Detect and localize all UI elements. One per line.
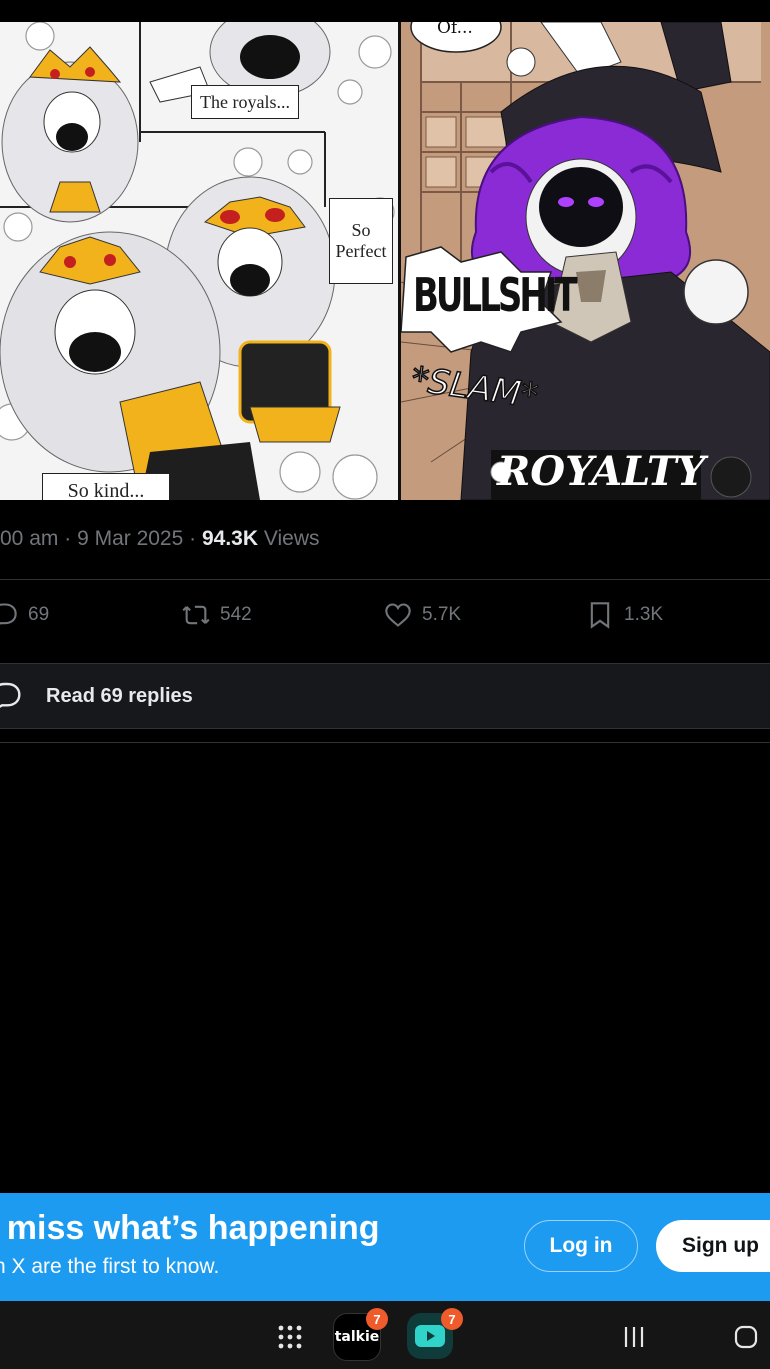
like-button[interactable]: 5.7K	[384, 596, 461, 634]
youtube-notification-badge: 7	[441, 1308, 463, 1330]
app-drawer-button[interactable]	[277, 1324, 303, 1350]
reply-count: 69	[28, 604, 50, 625]
meta-separator-1: ·	[64, 527, 72, 550]
divider-bottom	[0, 742, 770, 743]
comic-panel-left[interactable]: The royals... So Perfect So kind...	[0, 22, 398, 500]
recents-icon	[624, 1327, 644, 1347]
bookmark-count: 1.3K	[624, 604, 664, 625]
signup-button[interactable]: Sign up	[656, 1220, 770, 1272]
like-count: 5.7K	[422, 604, 462, 625]
tweet-media[interactable]: The royals... So Perfect So kind... Of..…	[0, 22, 770, 500]
signup-banner: t miss what’s happening n X are the firs…	[0, 1193, 770, 1301]
divider-top	[0, 579, 770, 580]
banner-title: t miss what’s happening	[0, 1209, 380, 1247]
home-button[interactable]	[734, 1325, 758, 1349]
system-nav-bar: talkie 7 7	[0, 1301, 770, 1369]
shout-text: BULLSHIT	[413, 269, 578, 323]
royalty-title: ROYALTY	[497, 448, 706, 495]
caption-so-kind: So kind...	[42, 473, 170, 500]
login-button[interactable]: Log in	[524, 1220, 638, 1272]
tweet-meta: 00 am · 9 Mar 2025 · 94.3K Views	[0, 527, 320, 551]
bookmark-icon	[590, 602, 610, 629]
read-replies-button[interactable]: Read 69 replies	[0, 663, 770, 729]
repost-button[interactable]: 542	[182, 596, 252, 634]
tweet-time[interactable]: 00 am	[0, 527, 58, 550]
banner-subtitle: n X are the first to know.	[0, 1255, 220, 1278]
reply-icon	[0, 603, 17, 625]
panel-gutter	[398, 22, 401, 500]
heart-icon	[385, 603, 411, 627]
read-replies-label: Read 69 replies	[46, 684, 193, 707]
views-count: 94.3K	[201, 527, 259, 550]
views-label: Views	[263, 527, 320, 550]
recent-apps-button[interactable]	[622, 1325, 646, 1349]
reply-button[interactable]: 69	[0, 596, 49, 634]
grid-dots-icon	[278, 1325, 302, 1349]
caption-the-royals: The royals...	[191, 85, 299, 119]
talkie-label: talkie	[334, 1329, 380, 1345]
reply-bubble-icon	[0, 682, 21, 708]
talkie-notification-badge: 7	[366, 1308, 388, 1330]
youtube-play-icon	[415, 1325, 445, 1347]
comic-panel-right[interactable]: Of... BULLSHIT *SLAM* ROYALTY	[401, 22, 770, 500]
repost-count: 542	[220, 604, 252, 625]
bookmark-button[interactable]: 1.3K	[586, 596, 663, 634]
tweet-date[interactable]: 9 Mar 2025	[77, 527, 183, 550]
home-icon	[734, 1325, 758, 1349]
comic-art-right	[401, 22, 770, 500]
speech-bubble-of: Of...	[437, 22, 473, 38]
repost-icon	[182, 605, 210, 625]
meta-separator-2: ·	[189, 527, 197, 550]
caption-so-perfect: So Perfect	[329, 198, 393, 284]
